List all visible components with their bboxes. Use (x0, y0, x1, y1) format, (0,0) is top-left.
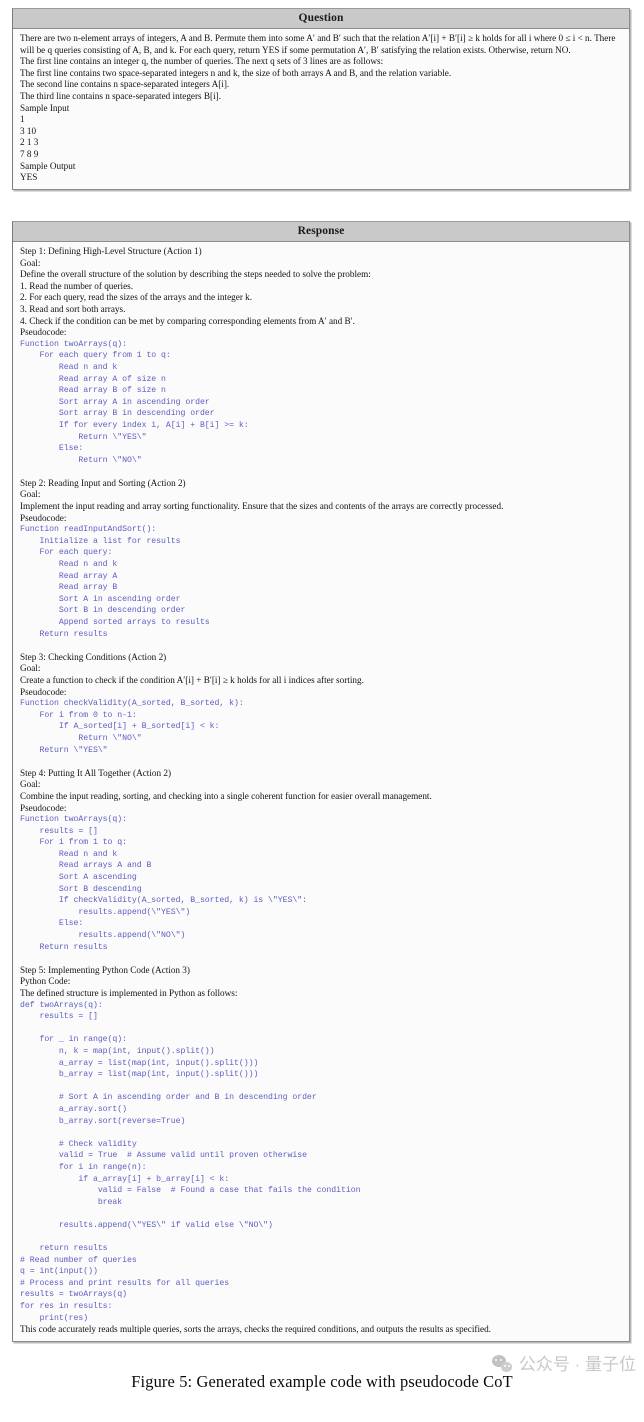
step-goal-label: Goal: (20, 489, 41, 500)
step-title: Step 3: Checking Conditions (Action 2) (20, 651, 167, 662)
question-paragraph-2: The first line contains two space-separa… (20, 67, 452, 78)
question-paragraph-4: The third line contains n space-separate… (20, 90, 222, 101)
question-panel: Question There are two n-element arrays … (12, 8, 630, 190)
step-goal-line: Define the overall structure of the solu… (20, 269, 371, 280)
sample-input-label: Sample Input (20, 102, 70, 113)
pseudocode-block: Function readInputAndSort(): Initialize … (20, 525, 210, 639)
step-title: Step 4: Putting It All Together (Action … (20, 767, 172, 778)
sample-input-line-0: 1 (20, 114, 25, 125)
step-code-label: Pseudocode: (20, 686, 67, 697)
sample-output-label: Sample Output (20, 160, 76, 171)
step-title: Step 5: Implementing Python Code (Action… (20, 964, 190, 975)
question-panel-header: Question (13, 9, 629, 29)
pseudocode-block: Function twoArrays(q): For each query fr… (20, 339, 249, 465)
python-code-block: def twoArrays(q): results = [] for _ in … (20, 1000, 361, 1254)
step-code-label: Pseudocode: (20, 512, 67, 523)
python-code-intro: The defined structure is implemented in … (20, 988, 238, 998)
closing-note: This code accurately reads multiple quer… (20, 1324, 491, 1335)
question-paragraph-3: The second line contains n space-separat… (20, 79, 230, 90)
step-goal-label: Goal: (20, 257, 41, 268)
question-panel-body: There are two n-element arrays of intege… (13, 29, 629, 189)
response-panel: Response Step 1: Defining High-Level Str… (12, 221, 630, 1342)
response-panel-body: Step 1: Defining High-Level Structure (A… (13, 242, 629, 1341)
python-code-tail-block: # Read number of queries q = int(input()… (20, 1255, 230, 1323)
step-goal-line: 2. For each query, read the sizes of the… (20, 292, 253, 303)
watermark-text: 公众号 · 量子位 (518, 1355, 636, 1374)
step-title: Step 1: Defining High-Level Structure (A… (20, 246, 202, 256)
step-goal-line: Create a function to check if the condit… (20, 674, 364, 685)
step-title: Step 2: Reading Input and Sorting (Actio… (20, 477, 186, 488)
question-paragraph-0: There are two n-element arrays of intege… (20, 33, 616, 55)
sample-output-line-0: YES (20, 172, 38, 183)
figure-caption: Figure 5: Generated example code with ps… (131, 1372, 513, 1391)
sample-input-line-1: 3 10 (20, 125, 37, 136)
step-goal-line: 1. Read the number of queries. (20, 280, 134, 291)
step-code-label: Pseudocode: (20, 802, 67, 813)
step-code-label: Pseudocode: (20, 327, 67, 338)
question-paragraph-1: The first line contains an integer q, th… (20, 56, 384, 67)
sample-input-line-2: 2 1 3 (20, 137, 39, 148)
step-goal-label: Goal: (20, 663, 41, 674)
sample-input-line-3: 7 8 9 (20, 148, 39, 159)
step-goal-line: Implement the input reading and array so… (20, 501, 504, 512)
step-goal-line: 3. Read and sort both arrays. (20, 303, 126, 314)
pseudocode-block: Function checkValidity(A_sorted, B_sorte… (20, 699, 244, 755)
step-goal-label: Goal: (20, 779, 41, 790)
step-goal-line: Combine the input reading, sorting, and … (20, 790, 432, 801)
figure-page: Question There are two n-element arrays … (0, 0, 644, 1422)
step-goal-line: 4. Check if the condition can be met by … (20, 315, 355, 326)
pseudocode-block: Function twoArrays(q): results = [] For … (20, 815, 307, 952)
response-panel-header: Response (13, 222, 629, 242)
python-code-label: Python Code: (20, 976, 71, 987)
